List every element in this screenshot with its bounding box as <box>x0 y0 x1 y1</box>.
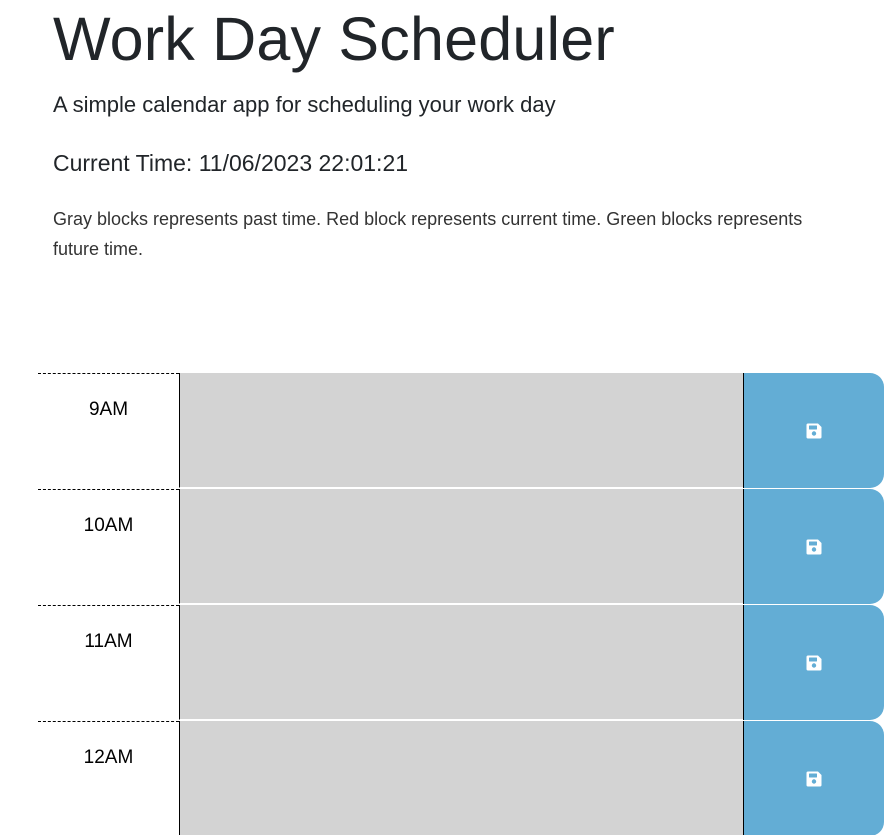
hour-label: 11AM <box>38 605 179 720</box>
event-description-input[interactable] <box>179 489 743 604</box>
event-description-input[interactable] <box>179 721 743 835</box>
hour-label: 10AM <box>38 489 179 604</box>
page-title: Work Day Scheduler <box>53 5 615 73</box>
save-icon <box>806 771 822 786</box>
time-block-11am: 11AM <box>38 605 884 721</box>
color-legend-text: Gray blocks represents past time. Red bl… <box>53 209 803 259</box>
save-icon <box>806 539 822 554</box>
event-description-input[interactable] <box>179 373 743 488</box>
scheduler-container: 9AM 10AM 11AM 12AM <box>38 373 884 835</box>
save-button[interactable] <box>743 721 884 835</box>
save-button[interactable] <box>743 605 884 720</box>
time-block-12am: 12AM <box>38 721 884 835</box>
current-time-display: Current Time: 11/06/2023 22:01:21 <box>53 150 409 176</box>
event-description-input[interactable] <box>179 605 743 720</box>
save-icon <box>806 655 822 670</box>
save-icon <box>806 423 822 438</box>
time-block-10am: 10AM <box>38 489 884 605</box>
page: Work Day Scheduler A simple calendar app… <box>0 0 884 835</box>
save-button[interactable] <box>743 489 884 604</box>
hour-label: 9AM <box>38 373 179 488</box>
page-subtitle: A simple calendar app for scheduling you… <box>53 92 556 117</box>
time-block-9am: 9AM <box>38 373 884 489</box>
hour-label: 12AM <box>38 721 179 835</box>
save-button[interactable] <box>743 373 884 488</box>
